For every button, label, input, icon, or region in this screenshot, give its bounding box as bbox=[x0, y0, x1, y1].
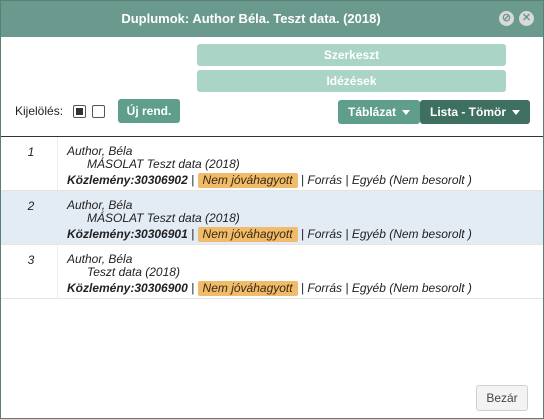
chevron-down-icon bbox=[512, 110, 520, 116]
chevron-down-icon bbox=[402, 110, 410, 116]
row-number: 1 bbox=[27, 145, 35, 159]
author-text: Author, Béla bbox=[67, 252, 133, 266]
citations-button[interactable]: Idézések bbox=[197, 70, 506, 92]
publication-label: Közlemény: bbox=[67, 227, 135, 241]
source-link[interactable]: Forrás bbox=[307, 227, 342, 241]
list-item[interactable]: 2 Author, Béla MÁSOLAT Teszt data (2018)… bbox=[1, 191, 543, 245]
list-item[interactable]: 1 Author, Béla MÁSOLAT Teszt data (2018)… bbox=[1, 137, 543, 191]
row-number: 3 bbox=[27, 253, 35, 267]
title-text: MÁSOLAT Teszt data (2018) bbox=[87, 157, 240, 171]
publication-id[interactable]: 30306902 bbox=[134, 173, 187, 187]
title-text: MÁSOLAT Teszt data (2018) bbox=[87, 211, 240, 225]
duplicates-dialog: Duplumok: Author Béla. Teszt data. (2018… bbox=[0, 0, 544, 419]
table-view-dropdown[interactable]: Táblázat bbox=[338, 100, 420, 124]
close-button[interactable]: Bezár bbox=[476, 385, 528, 411]
dialog-title: Duplumok: Author Béla. Teszt data. (2018… bbox=[121, 11, 381, 26]
dialog-titlebar[interactable]: Duplumok: Author Béla. Teszt data. (2018… bbox=[1, 1, 543, 37]
status-badge: Nem jóváhagyott bbox=[197, 281, 298, 296]
status-badge: Nem jóváhagyott bbox=[197, 227, 298, 242]
source-link[interactable]: Forrás bbox=[307, 281, 342, 295]
record-meta: Közlemény:30306902 | Nem jóváhagyott | F… bbox=[67, 173, 472, 188]
edit-button[interactable]: Szerkeszt bbox=[197, 44, 506, 66]
selection-label: Kijelölés: bbox=[15, 104, 64, 118]
author-text: Author, Béla bbox=[67, 144, 133, 158]
list-item[interactable]: 3 Author, Béla Teszt data (2018) Közlemé… bbox=[1, 245, 543, 299]
type-text: Egyéb (Nem besorolt ) bbox=[351, 227, 472, 241]
publication-id[interactable]: 30306901 bbox=[134, 227, 187, 241]
publication-label: Közlemény: bbox=[67, 281, 135, 295]
record-meta: Közlemény:30306900 | Nem jóváhagyott | F… bbox=[67, 281, 472, 296]
close-icon[interactable]: ✕ bbox=[519, 11, 534, 26]
record-meta: Közlemény:30306901 | Nem jóváhagyott | F… bbox=[67, 227, 472, 242]
publication-label: Közlemény: bbox=[67, 173, 135, 187]
row-number: 2 bbox=[27, 199, 35, 213]
minimize-icon[interactable]: ⊘ bbox=[499, 11, 514, 26]
list-view-label: Lista - Tömör bbox=[429, 105, 506, 119]
select-none-checkbox[interactable] bbox=[92, 105, 105, 118]
author-text: Author, Béla bbox=[67, 198, 133, 212]
table-view-label: Táblázat bbox=[347, 105, 396, 119]
title-text: Teszt data (2018) bbox=[87, 265, 180, 279]
results-list: 1 Author, Béla MÁSOLAT Teszt data (2018)… bbox=[1, 136, 543, 299]
status-badge: Nem jóváhagyott bbox=[197, 173, 298, 188]
type-text: Egyéb (Nem besorolt ) bbox=[351, 281, 472, 295]
source-link[interactable]: Forrás bbox=[307, 173, 342, 187]
select-all-checkbox[interactable] bbox=[73, 105, 86, 118]
publication-id[interactable]: 30306900 bbox=[134, 281, 187, 295]
new-order-button[interactable]: Új rend. bbox=[118, 99, 180, 123]
type-text: Egyéb (Nem besorolt ) bbox=[351, 173, 472, 187]
list-view-dropdown[interactable]: Lista - Tömör bbox=[420, 100, 530, 124]
